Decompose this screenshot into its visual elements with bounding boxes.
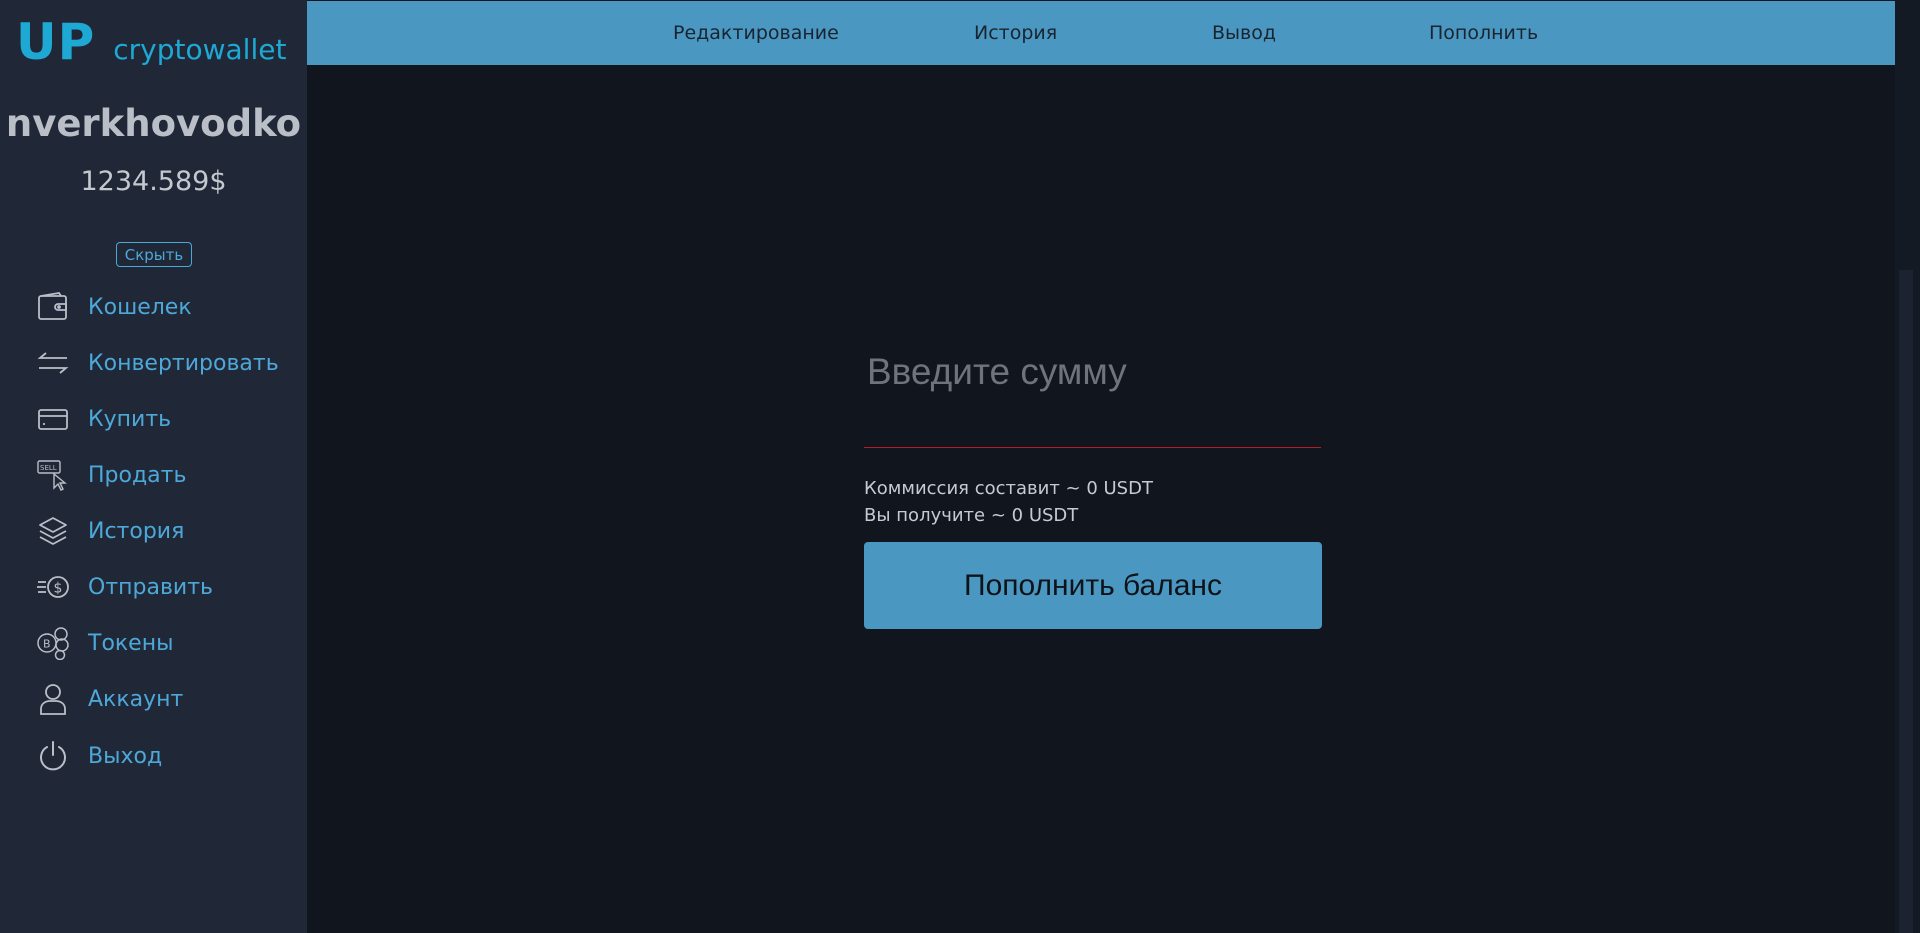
logo-sub-text: cryptowallet bbox=[113, 33, 287, 66]
top-nav-bar: Редактирование История Вывод Пополнить bbox=[307, 1, 1895, 65]
sidebar-item-label: Выход bbox=[88, 743, 163, 769]
sidebar-item-history[interactable]: История bbox=[36, 511, 184, 551]
sidebar-item-label: Отправить bbox=[88, 574, 214, 600]
svg-text:$: $ bbox=[54, 581, 63, 597]
sidebar-item-sell[interactable]: SELL Продать bbox=[36, 455, 186, 495]
sidebar-item-buy[interactable]: Купить bbox=[36, 399, 171, 439]
sidebar-item-tokens[interactable]: B Токены bbox=[36, 623, 173, 663]
app-logo[interactable]: UP cryptowallet bbox=[16, 12, 286, 72]
wallet-icon bbox=[36, 290, 70, 324]
sidebar-item-label: Аккаунт bbox=[88, 686, 184, 712]
sidebar-item-convert[interactable]: Конвертировать bbox=[36, 343, 279, 383]
tab-withdraw[interactable]: Вывод bbox=[1212, 1, 1276, 65]
sidebar-item-wallet[interactable]: Кошелек bbox=[36, 287, 192, 327]
scrollbar-thumb[interactable] bbox=[1899, 270, 1913, 933]
svg-text:SELL: SELL bbox=[40, 464, 57, 472]
sidebar-item-send[interactable]: $ Отправить bbox=[36, 567, 213, 607]
power-icon bbox=[36, 739, 70, 773]
tab-edit[interactable]: Редактирование bbox=[673, 1, 839, 65]
tokens-icon: B bbox=[36, 626, 70, 660]
logo-main-text: UP bbox=[16, 13, 96, 71]
commission-text: Коммиссия составит ~ 0 USDT bbox=[864, 478, 1153, 499]
amount-input[interactable] bbox=[864, 342, 1321, 448]
receive-amount-text: Вы получите ~ 0 USDT bbox=[864, 505, 1079, 526]
username: nverkhovodko bbox=[5, 102, 302, 145]
sidebar-item-label: Продать bbox=[88, 462, 187, 488]
layers-icon bbox=[36, 514, 70, 548]
sidebar-item-account[interactable]: Аккаунт bbox=[36, 679, 183, 719]
hide-balance-button[interactable]: Скрыть bbox=[116, 242, 192, 267]
sidebar-item-label: Конвертировать bbox=[88, 350, 279, 376]
deposit-balance-button[interactable]: Пополнить баланс bbox=[864, 542, 1322, 629]
svg-text:B: B bbox=[43, 638, 51, 651]
convert-arrows-icon bbox=[36, 346, 70, 380]
sidebar-item-label: Кошелек bbox=[88, 294, 192, 320]
sidebar-item-label: Купить bbox=[88, 406, 172, 432]
card-icon bbox=[36, 402, 70, 436]
sidebar-item-label: История bbox=[88, 518, 185, 544]
sidebar: UP cryptowallet nverkhovodko 1234.589$ С… bbox=[0, 0, 307, 933]
tab-deposit[interactable]: Пополнить bbox=[1429, 1, 1538, 65]
send-dollar-icon: $ bbox=[36, 570, 70, 604]
tab-history[interactable]: История bbox=[974, 1, 1057, 65]
sidebar-item-label: Токены bbox=[88, 630, 174, 656]
sidebar-item-logout[interactable]: Выход bbox=[36, 736, 162, 776]
balance-amount: 1234.589$ bbox=[80, 166, 227, 197]
user-icon bbox=[36, 682, 70, 716]
sell-icon: SELL bbox=[36, 458, 70, 492]
